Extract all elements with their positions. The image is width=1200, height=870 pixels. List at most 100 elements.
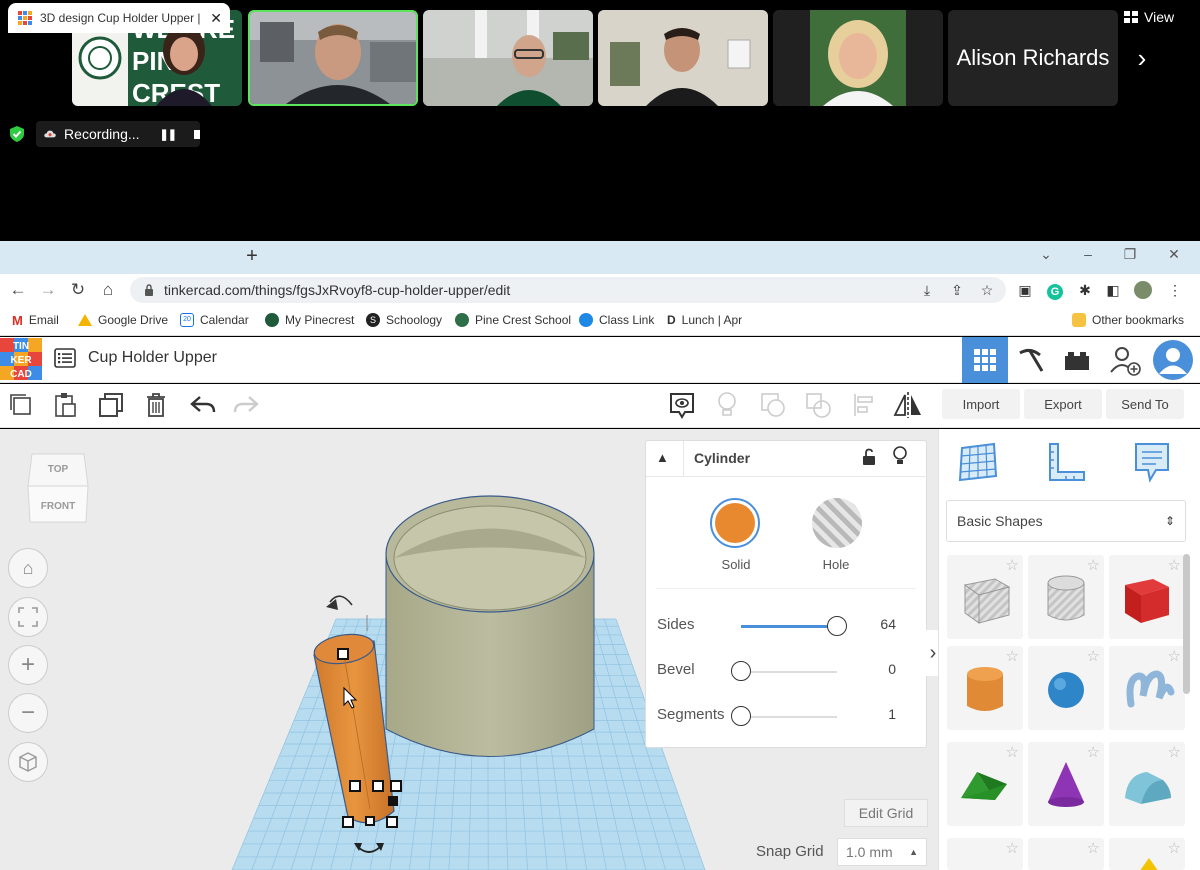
minecraft-pickaxe-button[interactable]: [1008, 337, 1054, 383]
shape-box[interactable]: ☆: [1109, 555, 1185, 639]
paste-icon[interactable]: [50, 390, 80, 420]
notes-icon[interactable]: [1130, 440, 1174, 484]
ungroup-icon[interactable]: [803, 390, 833, 420]
ruler-icon[interactable]: [1044, 440, 1088, 484]
back-icon[interactable]: ←: [8, 280, 28, 300]
profile-avatar[interactable]: [1134, 281, 1152, 299]
export-button[interactable]: Export: [1024, 389, 1102, 419]
copy-icon[interactable]: [6, 390, 36, 420]
bookmark-lunch[interactable]: D Lunch | Apr: [667, 312, 742, 328]
workplane-grid-icon[interactable]: [956, 440, 1000, 484]
participant-video-4[interactable]: [598, 10, 768, 106]
shape-round-roof[interactable]: ☆: [1109, 742, 1185, 826]
shape-scribble[interactable]: ☆: [1109, 646, 1185, 730]
import-button[interactable]: Import: [942, 389, 1020, 419]
minimize-icon[interactable]: –: [1078, 246, 1098, 262]
align-icon[interactable]: [849, 390, 879, 420]
view-cube[interactable]: TOP FRONT: [26, 452, 90, 526]
home-view-button[interactable]: ⌂: [8, 548, 48, 588]
chevron-right-icon[interactable]: ›: [1130, 44, 1154, 72]
duplicate-icon[interactable]: [96, 390, 126, 420]
bookmark-email[interactable]: M Email: [12, 312, 59, 328]
shape-cylinder[interactable]: ☆: [947, 646, 1023, 730]
shapes-scrollbar[interactable]: [1183, 554, 1190, 694]
shield-check-icon[interactable]: [8, 125, 26, 143]
design-list-icon[interactable]: [54, 348, 76, 368]
bookmark-my-pinecrest[interactable]: My Pinecrest: [265, 312, 354, 328]
bricks-button[interactable]: [1054, 337, 1100, 383]
segments-slider-knob[interactable]: [731, 706, 751, 726]
bookmark-pine-crest-school[interactable]: Pine Crest School: [455, 312, 571, 328]
share-icon[interactable]: ⇪: [948, 281, 966, 299]
zoom-in-button[interactable]: +: [8, 645, 48, 685]
shape-sphere[interactable]: ☆: [1028, 646, 1104, 730]
redo-icon[interactable]: [231, 390, 261, 420]
fit-view-button[interactable]: [8, 597, 48, 637]
send-to-button[interactable]: Send To: [1106, 389, 1184, 419]
user-avatar[interactable]: [1150, 337, 1196, 383]
star-icon[interactable]: ☆: [1087, 841, 1100, 856]
side-panel-icon[interactable]: ◧: [1104, 281, 1122, 299]
sides-slider-knob[interactable]: [827, 616, 847, 636]
hole-swatch[interactable]: [812, 498, 862, 548]
shape-row4-2[interactable]: ☆: [1028, 838, 1104, 870]
view-button[interactable]: View: [1124, 6, 1174, 28]
shape-roof[interactable]: ☆: [947, 742, 1023, 826]
grammarly-icon[interactable]: G: [1046, 281, 1064, 300]
lightbulb-icon[interactable]: [892, 446, 908, 466]
snap-grid-select[interactable]: 1.0 mm ▲: [837, 838, 927, 866]
tinkercad-logo[interactable]: TIN KER CAD: [0, 338, 42, 380]
bookmark-class-link[interactable]: Class Link: [579, 312, 654, 328]
lightbulb-icon[interactable]: [712, 390, 742, 420]
other-bookmarks[interactable]: Other bookmarks: [1072, 312, 1184, 328]
install-app-icon[interactable]: ⤓: [918, 281, 936, 299]
restore-icon[interactable]: ❐: [1120, 246, 1140, 263]
unlock-icon[interactable]: [862, 448, 876, 466]
extensions-puzzle-icon[interactable]: ✱: [1076, 281, 1094, 299]
collapse-up-icon[interactable]: ▲: [656, 450, 669, 465]
undo-icon[interactable]: [188, 390, 218, 420]
edit-grid-button[interactable]: Edit Grid: [844, 799, 928, 827]
star-icon[interactable]: ☆: [1006, 841, 1019, 856]
pause-icon[interactable]: ❚❚: [160, 128, 177, 141]
shape-cone[interactable]: ☆: [1028, 742, 1104, 826]
participant-video-3[interactable]: [423, 10, 593, 106]
bookmark-google-drive[interactable]: Google Drive: [78, 312, 168, 328]
shape-row4-3[interactable]: ☆: [1109, 838, 1185, 870]
close-window-icon[interactable]: ✕: [1164, 246, 1184, 263]
bookmark-star-icon[interactable]: ☆: [978, 281, 996, 299]
segments-slider-track[interactable]: [741, 716, 837, 718]
forward-icon[interactable]: →: [38, 280, 58, 300]
address-bar[interactable]: tinkercad.com/things/fgsJxRvoyf8-cup-hol…: [130, 277, 1006, 303]
new-tab-icon[interactable]: +: [242, 246, 262, 266]
participant-video-2-active-speaker[interactable]: [248, 10, 418, 106]
close-tab-icon[interactable]: ✕: [210, 10, 222, 27]
perspective-button[interactable]: [8, 742, 48, 782]
sides-value[interactable]: 64: [880, 616, 896, 632]
star-icon[interactable]: ☆: [1168, 841, 1181, 856]
solid-color-swatch[interactable]: [710, 498, 760, 548]
extension-photos-icon[interactable]: ▣: [1016, 281, 1034, 299]
bevel-value[interactable]: 0: [888, 661, 896, 677]
reload-icon[interactable]: ↻: [68, 280, 88, 300]
bevel-slider-knob[interactable]: [731, 661, 751, 681]
segments-value[interactable]: 1: [888, 706, 896, 722]
chrome-menu-icon[interactable]: ⋮: [1166, 281, 1184, 299]
bevel-slider-track[interactable]: [741, 671, 837, 673]
bookmark-calendar[interactable]: 20 Calendar: [180, 312, 249, 328]
stop-icon[interactable]: [193, 129, 200, 139]
browser-tab[interactable]: 3D design Cup Holder Upper | Ti ✕: [8, 3, 230, 33]
participant-video-5[interactable]: [773, 10, 943, 106]
participant-name-tile[interactable]: Alison Richards: [948, 10, 1118, 106]
shape-box-hole[interactable]: ☆: [947, 555, 1023, 639]
notes-tool-icon[interactable]: [665, 390, 699, 420]
shape-row4-1[interactable]: ☆: [947, 838, 1023, 870]
shape-category-select[interactable]: Basic Shapes ⇕: [946, 500, 1186, 542]
tab-search-icon[interactable]: ⌄: [1036, 246, 1056, 263]
mirror-icon[interactable]: [893, 390, 923, 420]
zoom-out-button[interactable]: −: [8, 693, 48, 733]
shape-cylinder-hole[interactable]: ☆: [1028, 555, 1104, 639]
trash-icon[interactable]: [141, 390, 171, 420]
add-user-button[interactable]: [1102, 337, 1148, 383]
group-icon[interactable]: [758, 390, 788, 420]
